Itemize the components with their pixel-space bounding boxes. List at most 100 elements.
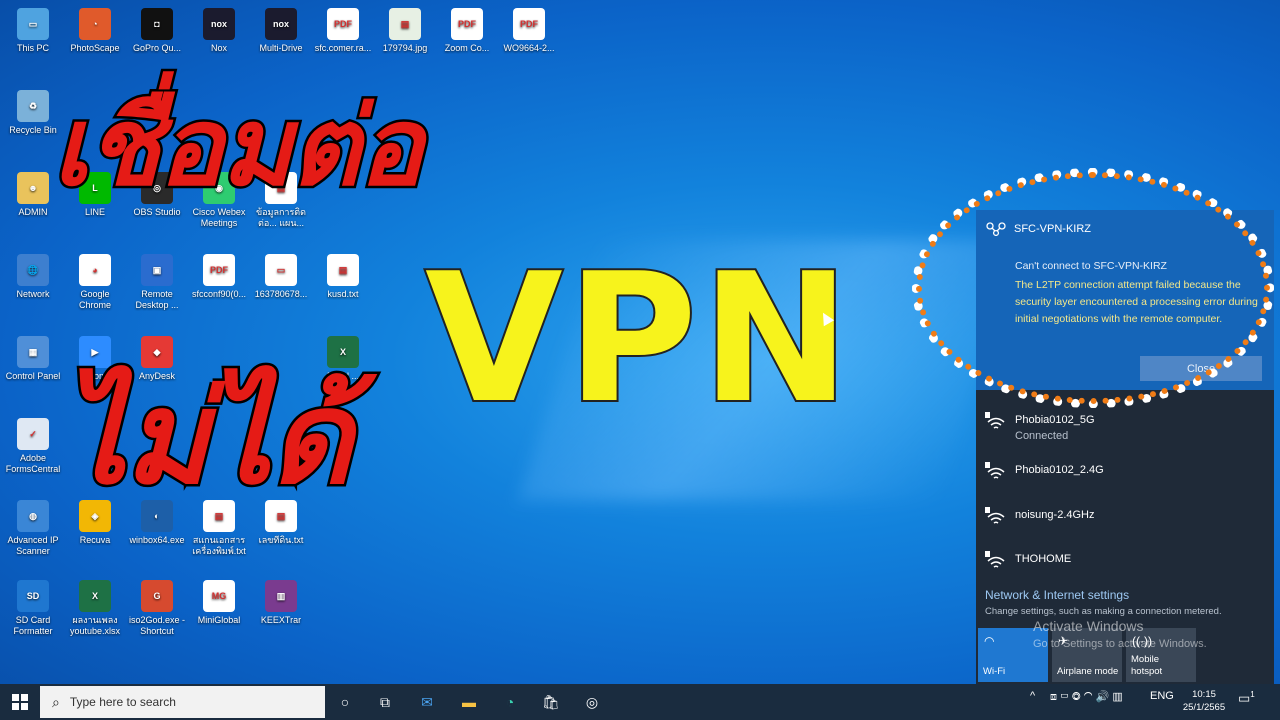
desktop-icon-label: SD Card Formatter [13, 615, 53, 636]
notification-icon: ▭ [1238, 690, 1251, 706]
desktop-icon[interactable]: ▭ 163780678... [250, 254, 312, 300]
wifi-secured-icon [985, 507, 1005, 524]
desktop-icon[interactable]: PDF Zoom Co... [436, 8, 498, 54]
desktop-icon[interactable]: ▤ kusd.txt [312, 254, 374, 300]
desktop-icon-label: ผลงานเพลง youtube.xlsx [69, 615, 121, 636]
network-item[interactable]: Phobia0102_5G Connected [985, 412, 1265, 448]
vpn-name: SFC-VPN-KIRZ [1014, 223, 1091, 235]
store-button[interactable]: 🛍 [531, 686, 571, 718]
desktop-icon-image: ◘ [141, 8, 173, 40]
network-item[interactable]: noisung-2.4GHz [985, 507, 1265, 533]
overlay-thai-top: เชื่อมต่อ [49, 83, 425, 213]
desktop-icon[interactable]: PDF WO9664-2... [498, 8, 560, 54]
desktop-icon[interactable]: ▣ Remote Desktop ... [126, 254, 188, 311]
desktop-icon[interactable]: nox Nox [188, 8, 250, 54]
desktop-icon-image: SD [17, 580, 49, 612]
clock[interactable]: 10:15 25/1/2565 [1176, 688, 1232, 714]
desktop-icon-image: nox [265, 8, 297, 40]
action-center-button[interactable]: ▭1 [1238, 690, 1255, 706]
desktop-icon-label: KEEXTrar [260, 615, 302, 625]
desktop-icon-image: ✓ [17, 418, 49, 450]
desktop-icon[interactable]: ◍ Advanced IP Scanner [2, 500, 64, 557]
desktop-icon[interactable]: 🌐 Network [2, 254, 64, 300]
desktop-icon[interactable]: SD SD Card Formatter [2, 580, 64, 637]
overlay-thai-bottom: ไม่ได้ [59, 362, 354, 516]
close-button[interactable]: Close [1140, 356, 1262, 381]
desktop-icon[interactable]: X ผลงานเพลง youtube.xlsx [64, 580, 126, 637]
desktop-icon[interactable]: ▦ Control Panel [2, 336, 64, 382]
desktop-icon-image: ▤ [389, 8, 421, 40]
desktop-icon-label: Network [16, 289, 50, 299]
task-view-icon: ⧉ [380, 693, 390, 710]
desktop-icon[interactable]: ◔ PhotoScape [64, 8, 126, 54]
desktop-icon-label: GoPro Qu... [132, 43, 182, 53]
language-indicator[interactable]: ENG [1150, 690, 1174, 702]
notification-count: 1 [1250, 690, 1255, 699]
mobile-hotspot-toggle[interactable]: ((·)) Mobile hotspot [1126, 628, 1196, 682]
desktop-icon-label: Multi-Drive [259, 43, 303, 53]
notification-message: The L2TP connection attempt failed becau… [1015, 279, 1258, 325]
obs-button[interactable]: ◎ [572, 686, 612, 718]
desktop-icon-label: Advanced IP Scanner [7, 535, 59, 556]
desktop-icon[interactable]: ◘ GoPro Qu... [126, 8, 188, 54]
desktop-icon-label: kusd.txt [327, 289, 359, 299]
file-explorer-button[interactable]: ▬ [449, 686, 489, 718]
mobile-hotspot-label: Mobile hotspot [1131, 654, 1163, 677]
tray-icons[interactable]: ⧈ ▭ ◎ ◠ 🔊 ▥ [1050, 690, 1123, 704]
folder-icon: ▬ [462, 694, 476, 710]
desktop-icon[interactable]: PDF sfcconf90(0... [188, 254, 250, 300]
notification-header: SFC-VPN-KIRZ [986, 222, 1091, 236]
desktop-icon-label: 163780678... [254, 289, 308, 299]
cortana-button[interactable]: ○ [325, 686, 365, 718]
mail-icon: ✉ [421, 693, 433, 710]
desktop-icon-image: ◔ [79, 8, 111, 40]
edge-button[interactable]: ◔ [490, 686, 530, 718]
taskbar-search[interactable]: ⌕ Type here to search [40, 686, 325, 718]
network-name: noisung-2.4GHz [1015, 509, 1095, 521]
network-settings-link[interactable]: Network & Internet settings [985, 588, 1129, 602]
wifi-secured-icon [985, 551, 1005, 568]
task-view-button[interactable]: ⧉ [365, 686, 405, 718]
wifi-toggle[interactable]: ◠ Wi-Fi [978, 628, 1048, 682]
network-item[interactable]: Phobia0102_2.4G [985, 462, 1265, 488]
mail-button[interactable]: ✉ [407, 686, 447, 718]
vpn-icon [986, 222, 1006, 236]
desktop-icon[interactable]: ▥ KEEXTrar [250, 580, 312, 626]
windows-logo-icon [12, 694, 28, 710]
airplane-mode-toggle[interactable]: ✈ Airplane mode [1052, 628, 1122, 682]
desktop-icon-label: This PC [16, 43, 49, 53]
desktop-icon-label: 179794.jpg [382, 43, 428, 53]
desktop-icon-image: ▥ [265, 580, 297, 612]
clock-time: 10:15 [1192, 689, 1216, 700]
network-settings-subtitle: Change settings, such as making a connec… [985, 606, 1222, 617]
store-icon: 🛍 [542, 693, 560, 710]
desktop-icon-image: ♻ [17, 90, 49, 122]
desktop-icon-image: ▣ [141, 254, 173, 286]
network-name: Phobia0102_2.4G [1015, 464, 1104, 476]
desktop-icon[interactable]: ▭ This PC [2, 8, 64, 54]
obs-icon: ◎ [585, 693, 599, 710]
desktop-icon[interactable]: MG MiniGlobal [188, 580, 250, 626]
desktop-icon-image: ▤ [327, 254, 359, 286]
network-name: Phobia0102_5G [1015, 414, 1095, 426]
start-button[interactable] [0, 684, 40, 720]
wifi-secured-icon [985, 462, 1005, 479]
desktop-icon[interactable]: PDF sfc.comer.ra... [312, 8, 374, 54]
desktop-icon-image: MG [203, 580, 235, 612]
desktop-icon-image: ☻ [17, 172, 49, 204]
desktop-icon[interactable]: nox Multi-Drive [250, 8, 312, 54]
network-item[interactable]: THOHOME [985, 551, 1265, 577]
desktop-icon[interactable]: Giso2God.exe - Shortcut [126, 580, 188, 637]
desktop-icon-label: Control Panel [5, 371, 61, 381]
desktop-icon[interactable]: ◕ Google Chrome [64, 254, 126, 311]
show-hidden-icons[interactable]: ^ [1030, 690, 1035, 702]
desktop-icon-image: X [79, 580, 111, 612]
desktop-icon-label: sfcconf90(0... [191, 289, 247, 299]
airplane-mode-label: Airplane mode [1057, 666, 1119, 677]
desktop-icon-label: WO9664-2... [503, 43, 555, 53]
desktop-icon[interactable]: ✓ Adobe FormsCentral [2, 418, 64, 475]
desktop-icon[interactable]: ▤ 179794.jpg [374, 8, 436, 54]
clock-date: 25/1/2565 [1182, 702, 1226, 713]
notification-subtitle: Can't connect to SFC-VPN-KIRZ [1015, 260, 1167, 272]
desktop-icon-label: MiniGlobal [197, 615, 241, 625]
